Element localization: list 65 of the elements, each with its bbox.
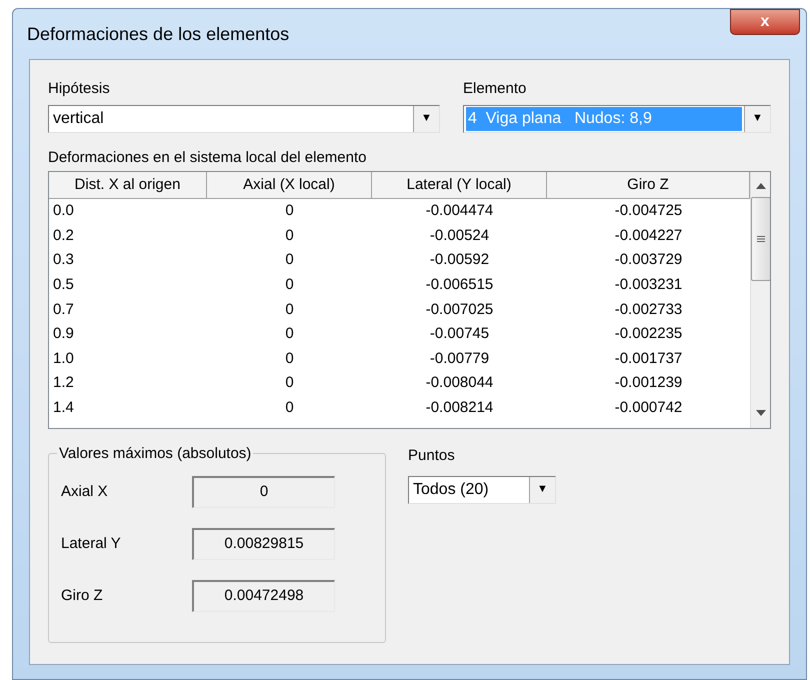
column-header[interactable]: Dist. X al origen xyxy=(49,172,207,198)
table-cell-text: 0 xyxy=(284,398,295,418)
table-cell-text: 1.0 xyxy=(52,348,75,369)
table-cell-text: -0.007025 xyxy=(424,300,494,320)
table-cell-text: 0 xyxy=(284,250,295,270)
combo-value: 4 Viga plana Nudos: 8,9 xyxy=(466,106,742,130)
table-cell-text: 1.4 xyxy=(52,398,75,418)
elemento-dropdown[interactable]: 4 Viga plana Nudos: 8,9 ▼ xyxy=(463,104,771,132)
grip-icon xyxy=(757,236,765,242)
field-label: Giro Z xyxy=(61,586,104,606)
column-header[interactable]: Lateral (Y local) xyxy=(372,172,547,198)
table-cell-text: -0.004725 xyxy=(614,201,684,222)
readonly-field[interactable]: 0.00472498 xyxy=(192,580,335,612)
field-label: Puntos xyxy=(408,446,456,466)
table-cell-text: 0.5 xyxy=(52,275,75,296)
table-cell-text: -0.003231 xyxy=(614,275,684,296)
table-cell-text: -0.00592 xyxy=(428,250,490,270)
vertical-scrollbar[interactable] xyxy=(750,172,770,428)
table-cell-text: 0.7 xyxy=(52,300,75,320)
table-cell-text: 0.9 xyxy=(52,324,75,344)
table-cell-text: -0.008044 xyxy=(424,373,494,394)
table-cell-text: -0.002733 xyxy=(614,300,684,320)
window-title: Deformaciones de los elementos xyxy=(27,22,290,46)
hipotesis-dropdown[interactable]: vertical ▼ xyxy=(48,104,440,132)
table-cell-text: -0.008214 xyxy=(424,398,494,418)
combo-value: Todos (20) xyxy=(412,480,490,500)
table-cell-text: 0.0 xyxy=(52,201,75,222)
table-cell-text: -0.001239 xyxy=(614,373,684,394)
table-cell-text: -0.004474 xyxy=(424,201,494,222)
table-cell-text: -0.003729 xyxy=(614,250,684,270)
puntos-dropdown[interactable]: Todos (20) ▼ xyxy=(408,476,556,504)
scroll-down-icon[interactable] xyxy=(756,410,766,416)
readonly-field[interactable]: 0.00829815 xyxy=(192,528,335,560)
table-cell-text: 0.3 xyxy=(52,250,75,270)
table-cell-text: -0.004227 xyxy=(614,226,684,246)
table-cell-text: -0.002235 xyxy=(614,324,684,344)
table-cell-text: 1.2 xyxy=(52,373,75,394)
table-cell-text: 0 xyxy=(284,201,295,222)
table-cell-text: 0 xyxy=(284,226,295,246)
table-cell-text: 0.2 xyxy=(52,226,75,246)
table-cell-text: -0.00745 xyxy=(428,324,490,344)
table-cell-text: 0 xyxy=(284,373,295,394)
table-cell-text: 0 xyxy=(284,324,295,344)
field-label: Elemento xyxy=(463,79,528,99)
table-cell-text: -0.000742 xyxy=(614,398,684,418)
dropdown-arrow-button[interactable]: ▼ xyxy=(529,476,555,502)
field-label: Lateral Y xyxy=(61,534,122,554)
scroll-up-icon[interactable] xyxy=(756,183,766,189)
dropdown-arrow-button[interactable]: ▼ xyxy=(744,106,770,132)
column-header[interactable]: Axial (X local) xyxy=(207,172,372,198)
field-label: Axial X xyxy=(61,482,109,502)
dropdown-arrow-button[interactable]: ▼ xyxy=(413,106,439,132)
column-header[interactable]: Giro Z xyxy=(547,172,750,198)
field-label: Hipótesis xyxy=(48,79,111,99)
table-cell-text: -0.00524 xyxy=(428,226,490,246)
combo-value: vertical xyxy=(52,108,105,128)
table-cell-text: 0 xyxy=(284,348,295,369)
table-caption: Deformaciones en el sistema local del elemento xyxy=(48,148,368,168)
table-cell-text: -0.006515 xyxy=(424,275,494,296)
readonly-field[interactable]: 0 xyxy=(192,476,335,508)
table-cell-text: -0.00779 xyxy=(428,348,490,369)
table-cell-text: 0 xyxy=(284,300,295,320)
table-cell-text: 0 xyxy=(284,275,295,296)
table-cell-text: -0.001737 xyxy=(614,348,684,369)
scrollbar-thumb[interactable] xyxy=(751,197,770,281)
